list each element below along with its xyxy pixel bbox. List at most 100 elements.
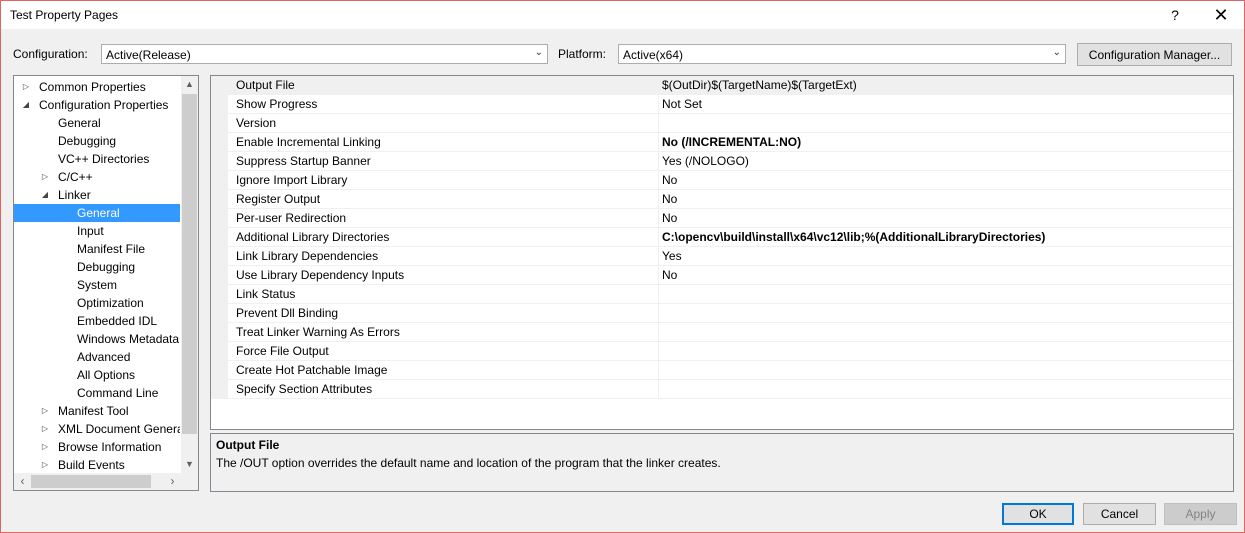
property-value[interactable]: No (/INCREMENTAL:NO) [662,135,801,149]
collapse-arrow-icon[interactable]: ◢ [21,96,31,114]
row-gutter [211,114,228,133]
tree-item[interactable]: Input [14,222,180,240]
column-divider [658,133,659,152]
property-row[interactable]: Create Hot Patchable Image [211,361,1233,380]
property-value[interactable]: Yes (/NOLOGO) [662,154,749,168]
property-value[interactable]: Not Set [662,97,702,111]
property-name: Use Library Dependency Inputs [236,268,405,282]
tree-item[interactable]: System [14,276,180,294]
property-value[interactable]: No [662,268,677,282]
property-value[interactable]: No [662,211,677,225]
tree-item[interactable]: General [14,204,180,222]
property-row[interactable]: Version [211,114,1233,133]
tree-item[interactable]: Advanced [14,348,180,366]
column-divider [658,285,659,304]
property-name: Link Library Dependencies [236,249,379,263]
tree-item[interactable]: Embedded IDL [14,312,180,330]
property-row[interactable]: Show Progress Not Set [211,95,1233,114]
tree-item-label: Build Events [58,458,125,472]
tree-item[interactable]: ▷ Build Events [14,456,180,474]
expand-arrow-icon[interactable]: ▷ [40,402,50,420]
collapse-arrow-icon[interactable]: ◢ [40,186,50,204]
expand-arrow-icon[interactable]: ▷ [40,438,50,456]
property-row[interactable]: Enable Incremental Linking No (/INCREMENT… [211,133,1233,152]
tree-hscroll-thumb[interactable] [31,475,151,488]
row-gutter [211,361,228,380]
property-value[interactable]: No [662,173,677,187]
tree-item[interactable]: ◢ Linker [14,186,180,204]
expand-arrow-icon[interactable]: ▷ [40,420,50,438]
property-row[interactable]: Additional Library Directories C:\opencv\… [211,228,1233,247]
property-value[interactable]: Yes [662,249,682,263]
column-divider [658,342,659,361]
property-pages-window: Test Property Pages ? ✕ Configuration: A… [0,0,1245,533]
scroll-down-icon[interactable]: ▼ [181,456,198,473]
column-divider [658,114,659,133]
tree-horizontal-scrollbar[interactable]: ‹ › [14,473,198,490]
property-row[interactable]: Link Status [211,285,1233,304]
tree-item-label: All Options [77,368,136,382]
property-row[interactable]: Ignore Import Library No [211,171,1233,190]
tree-item-label: Command Line [77,386,159,400]
tree-item-label: Advanced [77,350,131,364]
configuration-manager-button[interactable]: Configuration Manager... [1077,43,1232,66]
column-divider [658,76,659,95]
column-divider [658,247,659,266]
property-row[interactable]: Use Library Dependency Inputs No [211,266,1233,285]
tree-item[interactable]: Debugging [14,258,180,276]
tree-item[interactable]: ▷ C/C++ [14,168,180,186]
tree-item-label: General [58,116,101,130]
tree-scroll-thumb[interactable] [182,94,197,434]
tree-item[interactable]: ◢ Configuration Properties [14,96,180,114]
property-row[interactable]: Specify Section Attributes [211,380,1233,399]
property-row[interactable]: Suppress Startup Banner Yes (/NOLOGO) [211,152,1233,171]
property-row[interactable]: Treat Linker Warning As Errors [211,323,1233,342]
tree-item[interactable]: Command Line [14,384,180,402]
tree-item[interactable]: General [14,114,180,132]
property-row[interactable]: Register Output No [211,190,1233,209]
expand-arrow-icon[interactable]: ▷ [21,78,31,96]
expand-arrow-icon[interactable]: ▷ [40,168,50,186]
row-gutter [211,285,228,304]
property-name: Create Hot Patchable Image [236,363,388,377]
ok-button[interactable]: OK [1002,503,1074,525]
description-title: Output File [216,438,280,452]
property-row[interactable]: Force File Output [211,342,1233,361]
column-divider [658,323,659,342]
property-row[interactable]: Output File $(OutDir)$(TargetName)$(Targe… [211,76,1233,95]
property-value[interactable]: C:\opencv\build\install\x64\vc12\lib;%(A… [662,230,1045,244]
tree-item[interactable]: ▷ Manifest Tool [14,402,180,420]
tree-item-label: Debugging [77,260,136,274]
column-divider [658,190,659,209]
close-button[interactable]: ✕ [1198,1,1244,29]
property-row[interactable]: Per-user Redirection No [211,209,1233,228]
tree-item[interactable]: Windows Metadata [14,330,180,348]
property-row[interactable]: Link Library Dependencies Yes [211,247,1233,266]
column-divider [658,228,659,247]
tree-item[interactable]: Debugging [14,132,180,150]
scroll-left-icon[interactable]: ‹ [14,473,31,490]
expand-arrow-icon[interactable]: ▷ [40,456,50,474]
cancel-button[interactable]: Cancel [1083,503,1156,525]
help-button[interactable]: ? [1152,1,1198,29]
property-name: Per-user Redirection [236,211,347,225]
tree-item[interactable]: ▷ Common Properties [14,78,180,96]
property-name: Version [236,116,277,130]
property-value[interactable]: $(OutDir)$(TargetName)$(TargetExt) [662,78,857,92]
tree-item[interactable]: All Options [14,366,180,384]
scroll-right-icon[interactable]: › [164,473,181,490]
tree-item[interactable]: ▷ Browse Information [14,438,180,456]
tree-item[interactable]: VC++ Directories [14,150,180,168]
platform-dropdown[interactable]: Active(x64) ⌄ [618,44,1066,64]
configuration-dropdown[interactable]: Active(Release) ⌄ [101,44,548,64]
tree-vertical-scrollbar[interactable]: ▲ ▼ [181,76,198,473]
row-gutter [211,152,228,171]
scroll-up-icon[interactable]: ▲ [181,76,198,93]
property-name: Treat Linker Warning As Errors [236,325,400,339]
property-row[interactable]: Prevent Dll Binding [211,304,1233,323]
tree-item[interactable]: ▷ XML Document Genera [14,420,180,438]
tree-item[interactable]: Manifest File [14,240,180,258]
apply-button[interactable]: Apply [1164,503,1237,525]
tree-item[interactable]: Optimization [14,294,180,312]
property-value[interactable]: No [662,192,677,206]
